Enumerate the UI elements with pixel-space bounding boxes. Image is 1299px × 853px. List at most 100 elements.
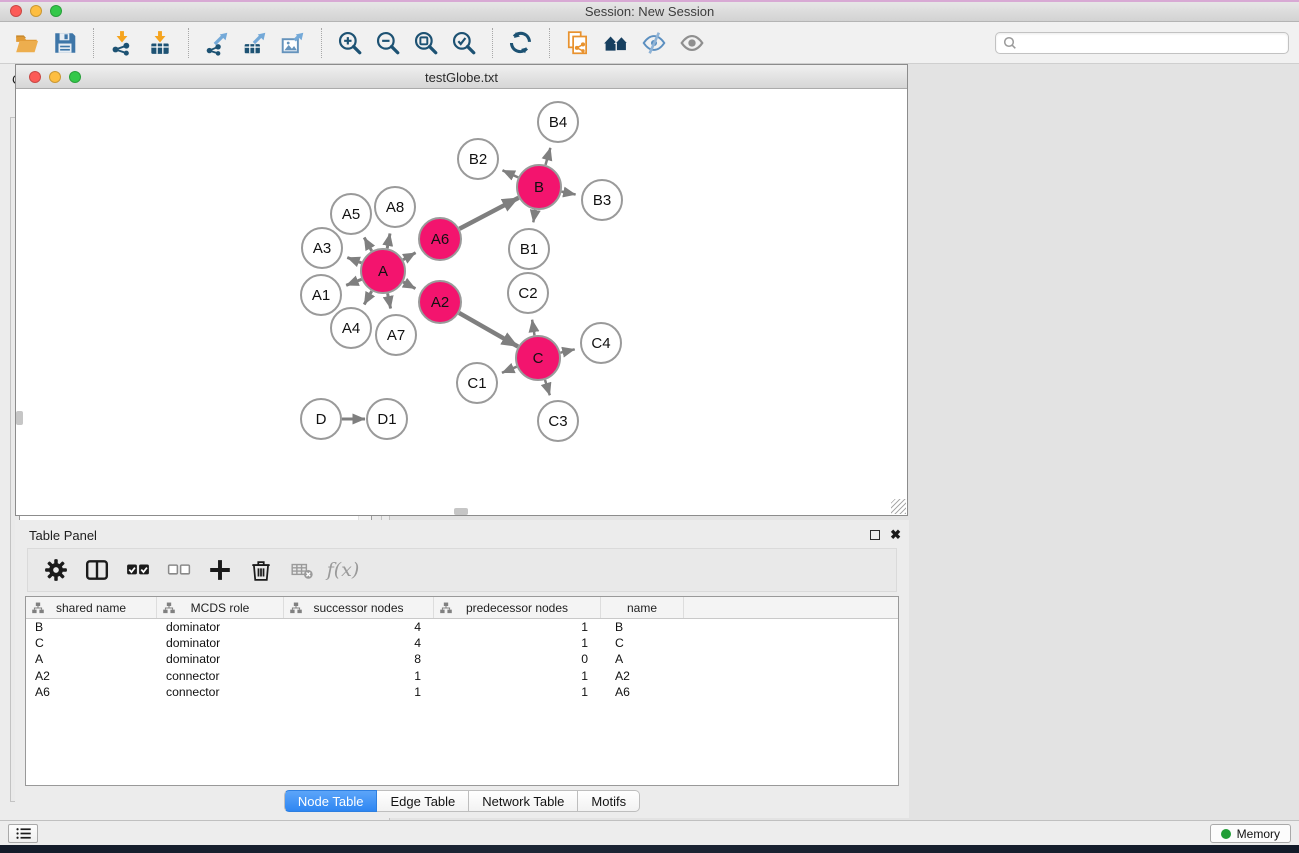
- graph-edge-A-A5[interactable]: [364, 238, 372, 251]
- graph-edge-A-A6[interactable]: [403, 253, 416, 260]
- vertical-scrollbar-thumb[interactable]: [16, 411, 23, 425]
- home-icon[interactable]: [597, 26, 635, 60]
- graph-edge-C-C4[interactable]: [560, 349, 574, 352]
- graph-edge-B-B1[interactable]: [533, 210, 535, 223]
- table-row[interactable]: Bdominator41B: [26, 619, 898, 635]
- graph-edge-C-C1[interactable]: [502, 367, 517, 373]
- column-header-mcds-role[interactable]: MCDS role: [157, 597, 284, 618]
- search-input[interactable]: [1019, 34, 1288, 52]
- show-eye-icon[interactable]: [673, 26, 711, 60]
- graph-node-B[interactable]: B: [517, 165, 561, 209]
- table-row[interactable]: A6connector11A6: [26, 684, 898, 700]
- cell: A: [601, 652, 684, 666]
- graph-edge-B-B2[interactable]: [503, 170, 519, 177]
- open-file-icon[interactable]: [8, 26, 46, 60]
- export-table-icon[interactable]: [236, 26, 274, 60]
- graph-node-A3[interactable]: A3: [302, 228, 342, 268]
- graph-node-A4[interactable]: A4: [331, 308, 371, 348]
- refresh-icon[interactable]: [502, 26, 540, 60]
- import-network-icon[interactable]: [103, 26, 141, 60]
- graph-node-A5[interactable]: A5: [331, 194, 371, 234]
- cell: A2: [26, 669, 157, 683]
- function-icon[interactable]: f(x): [330, 557, 356, 583]
- column-header-successor-nodes[interactable]: successor nodes: [284, 597, 434, 618]
- toolbar-separator: [492, 28, 493, 58]
- horizontal-scrollbar-thumb[interactable]: [454, 508, 468, 515]
- graph-edge-B-B4[interactable]: [546, 148, 551, 165]
- graph-node-A6[interactable]: A6: [419, 218, 461, 260]
- zoom-out-icon[interactable]: [369, 26, 407, 60]
- column-header-name[interactable]: name: [601, 597, 684, 618]
- toolbar-separator: [93, 28, 94, 58]
- table-header-row: shared nameMCDS rolesuccessor nodesprede…: [26, 597, 898, 619]
- delete-table-icon[interactable]: [289, 557, 315, 583]
- graph-edge-A2-C[interactable]: [459, 313, 518, 347]
- gear-icon[interactable]: [43, 557, 69, 583]
- graph-node-B1[interactable]: B1: [509, 229, 549, 269]
- graph-node-D1[interactable]: D1: [367, 399, 407, 439]
- zoom-fit-icon[interactable]: [407, 26, 445, 60]
- graph-edge-C-C3[interactable]: [545, 380, 550, 395]
- network-canvas[interactable]: B4 B2 B B3 A5A8A6 B1 A3 A A1 C2 A2 A4 A7 C4 C C1 D D1 C3: [16, 90, 907, 515]
- table-row[interactable]: Adominator80A: [26, 651, 898, 667]
- window-resize-grip[interactable]: [891, 499, 906, 514]
- graph-node-A1[interactable]: A1: [301, 275, 341, 315]
- graph-edge-A-A2[interactable]: [403, 282, 415, 289]
- graph-node-label: A4: [342, 320, 360, 337]
- graph-edge-A-A1[interactable]: [346, 279, 361, 285]
- graph-node-C[interactable]: C: [516, 336, 560, 380]
- deselect-all-icon[interactable]: [166, 557, 192, 583]
- zoom-selected-icon[interactable]: [445, 26, 483, 60]
- float-table-panel-icon[interactable]: [870, 530, 880, 540]
- graph-node-C4[interactable]: C4: [581, 323, 621, 363]
- graph-edge-B-B3[interactable]: [562, 192, 576, 195]
- tab-motifs[interactable]: Motifs: [578, 790, 640, 812]
- graph-edge-A-A3[interactable]: [347, 258, 361, 263]
- search-icon: [1001, 34, 1019, 52]
- tab-node-table[interactable]: Node Table: [284, 790, 378, 812]
- hide-eye-icon[interactable]: [635, 26, 673, 60]
- graph-node-A7[interactable]: A7: [376, 315, 416, 355]
- export-image-icon[interactable]: [274, 26, 312, 60]
- graph-edge-C-C2[interactable]: [532, 320, 534, 336]
- cell: B: [601, 620, 684, 634]
- table-row[interactable]: Cdominator41C: [26, 635, 898, 651]
- graph-node-B3[interactable]: B3: [582, 180, 622, 220]
- tab-network-table[interactable]: Network Table: [469, 790, 578, 812]
- column-header-predecessor-nodes[interactable]: predecessor nodes: [434, 597, 601, 618]
- graph-node-B4[interactable]: B4: [538, 102, 578, 142]
- tab-edge-table[interactable]: Edge Table: [377, 790, 469, 812]
- graph-node-B2[interactable]: B2: [458, 139, 498, 179]
- zoom-in-icon[interactable]: [331, 26, 369, 60]
- column-header-label: name: [627, 601, 657, 615]
- graph-node-A2[interactable]: A2: [419, 281, 461, 323]
- memory-button[interactable]: Memory: [1210, 824, 1291, 843]
- graph-node-label: B3: [593, 192, 611, 209]
- graph-edge-A6-B[interactable]: [460, 198, 519, 229]
- add-icon[interactable]: [207, 557, 233, 583]
- graph-node-A[interactable]: A: [361, 249, 405, 293]
- column-view-icon[interactable]: [84, 557, 110, 583]
- graph-node-C2[interactable]: C2: [508, 273, 548, 313]
- show-panels-button[interactable]: [8, 824, 38, 843]
- cell: dominator: [157, 620, 284, 634]
- memory-status-icon: [1221, 829, 1231, 839]
- save-session-icon[interactable]: [46, 26, 84, 60]
- graph-edge-A-A4[interactable]: [364, 291, 372, 304]
- graph-edge-A-A7[interactable]: [388, 294, 391, 309]
- cell: C: [26, 636, 157, 650]
- graph-node-C1[interactable]: C1: [457, 363, 497, 403]
- clone-network-icon[interactable]: [559, 26, 597, 60]
- graph-node-C3[interactable]: C3: [538, 401, 578, 441]
- import-table-icon[interactable]: [141, 26, 179, 60]
- close-table-panel-icon[interactable]: ✖: [890, 530, 901, 540]
- export-network-icon[interactable]: [198, 26, 236, 60]
- delete-icon[interactable]: [248, 557, 274, 583]
- search-field[interactable]: [995, 32, 1289, 54]
- column-header-shared-name[interactable]: shared name: [26, 597, 157, 618]
- graph-node-D[interactable]: D: [301, 399, 341, 439]
- table-row[interactable]: A2connector11A2: [26, 668, 898, 684]
- graph-edge-A-A8[interactable]: [387, 234, 390, 249]
- select-all-icon[interactable]: [125, 557, 151, 583]
- graph-node-A8[interactable]: A8: [375, 187, 415, 227]
